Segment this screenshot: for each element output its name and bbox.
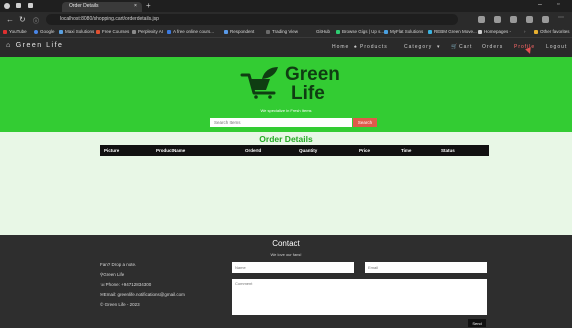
bookmark-item[interactable]: A free online cours... — [173, 29, 214, 34]
logo-line-1: Green — [285, 64, 340, 85]
bookmark-icon — [132, 30, 136, 34]
back-icon[interactable]: ← — [6, 15, 14, 24]
bookmark-icon — [384, 30, 388, 34]
column-header: Status — [441, 148, 455, 153]
column-header: OrderId — [245, 148, 262, 153]
column-header: Picture — [104, 148, 120, 153]
browser-tab-strip: Order Details × + – ▫ — [0, 0, 572, 12]
profile-icon[interactable] — [4, 3, 10, 9]
bookmark-item[interactable]: Trading View — [272, 29, 298, 34]
tab-actions-icon[interactable] — [28, 3, 33, 8]
nav-category[interactable]: Category — [404, 44, 432, 50]
brand[interactable]: ⌂ Green Life — [6, 42, 63, 49]
logo-line-2: Life — [291, 83, 325, 104]
footer-company: ⚲Green Life — [100, 272, 125, 277]
products-icon: ♠ — [354, 44, 358, 50]
browser-address-bar: ← ↻ ⓘ localhost:8080/shopping.cart/order… — [0, 12, 572, 27]
email-field[interactable] — [365, 262, 487, 273]
bookmark-item[interactable]: Respondent — [230, 29, 254, 34]
site-logo-text: Green Life — [285, 65, 340, 103]
shopping-cart-logo-icon — [240, 67, 278, 99]
bookmarks-bar: YouTube Google Maxi Solutions Free Cours… — [0, 27, 572, 38]
bookmark-item[interactable]: Other favorites — [540, 29, 570, 34]
page-title: Order Details — [259, 134, 313, 144]
bookmark-icon — [336, 30, 340, 34]
name-field[interactable] — [232, 262, 354, 273]
bookmark-icon — [478, 30, 482, 34]
url-field[interactable]: localhost:8080/shopping.cart/orderdetail… — [46, 14, 458, 25]
column-header: Quantity — [299, 148, 318, 153]
bookmark-item[interactable]: Maxi Solutions — [65, 29, 94, 34]
bookmark-icon — [428, 30, 432, 34]
order-details-section: Order Details Picture ProductName OrderI… — [0, 132, 572, 235]
cart-icon: 🛒 — [451, 44, 459, 50]
browser-tab[interactable]: Order Details × — [62, 2, 142, 12]
bookmark-item[interactable]: MyFlat Solutions — [390, 29, 423, 34]
more-icon[interactable]: ⋯ — [558, 14, 565, 21]
site-navbar: ⌂ Green Life Home ♠ Products Category ▾ 🛒… — [0, 38, 572, 57]
nav-logout[interactable]: Logout — [546, 44, 567, 50]
bookmark-icon — [167, 30, 171, 34]
column-header: Time — [401, 148, 412, 153]
brand-name: Green Life — [15, 42, 64, 49]
contact-title: Contact — [272, 239, 300, 248]
reload-icon[interactable]: ↻ — [19, 15, 26, 24]
orders-table-header: Picture ProductName OrderId Quantity Pri… — [100, 145, 489, 156]
bookmark-item[interactable]: REBM Green Move... — [434, 29, 477, 34]
nav-cart[interactable]: Cart — [459, 44, 472, 50]
favorites-icon[interactable] — [510, 16, 517, 23]
bookmark-item[interactable]: Homepages - — [484, 29, 511, 34]
bookmark-icon — [59, 30, 63, 34]
bookmark-icon — [266, 30, 270, 34]
footer-phone: ☏Phone: +94712834300 — [100, 282, 152, 287]
chevron-down-icon: ▾ — [437, 44, 441, 50]
close-tab-icon[interactable]: × — [134, 3, 137, 9]
contact-footer: Contact We love our fans! Fan? Drop a no… — [0, 235, 572, 328]
bookmark-item[interactable]: GitHub — [316, 29, 330, 34]
bookmark-item[interactable]: Browse Gigs | Up s... — [342, 29, 384, 34]
footer-email: ✉Email: greenlife.notifications@gmail.co… — [100, 292, 185, 297]
bookmark-icon — [224, 30, 228, 34]
tab-title: Order Details — [69, 3, 99, 9]
folder-icon — [534, 30, 538, 34]
google-icon — [34, 30, 38, 34]
nav-home[interactable]: Home — [332, 44, 349, 50]
split-screen-icon[interactable] — [494, 16, 501, 23]
bookmark-item[interactable]: Perplexity AI — [138, 29, 163, 34]
bookmark-item[interactable]: Free Courses — [102, 29, 129, 34]
footer-tagline: Fan? Drop a note. — [100, 262, 137, 267]
new-tab-icon[interactable]: + — [146, 1, 151, 10]
bookmark-item[interactable]: Google — [40, 29, 55, 34]
nav-orders[interactable]: Orders — [482, 44, 503, 50]
hero-banner: Green Life We specialize in Fresh Items … — [0, 57, 572, 132]
nav-products[interactable]: Products — [360, 44, 388, 50]
bookmark-item[interactable]: YouTube — [9, 29, 27, 34]
contact-subtitle: We love our fans! — [270, 252, 302, 257]
send-button[interactable]: Send — [468, 319, 486, 327]
column-header: Price — [359, 148, 371, 153]
tagline: We specialize in Fresh Items — [260, 108, 312, 113]
bookmark-icon — [96, 30, 100, 34]
extension-icon[interactable] — [478, 16, 485, 23]
home-icon: ⌂ — [6, 42, 12, 49]
search-button[interactable]: Search — [353, 118, 377, 127]
workspaces-icon[interactable] — [16, 3, 21, 8]
minimize-icon[interactable]: – — [538, 1, 542, 8]
url-text: localhost:8080/shopping.cart/orderdetail… — [60, 16, 159, 22]
search-input[interactable] — [210, 118, 352, 127]
footer-copyright: © Green Life - 2023 — [100, 302, 140, 307]
column-header: ProductName — [156, 148, 186, 153]
comment-field[interactable] — [232, 279, 487, 315]
youtube-icon — [3, 30, 7, 34]
copilot-icon[interactable] — [542, 16, 549, 23]
site-info-icon[interactable]: ⓘ — [33, 16, 39, 25]
more-bookmarks-icon[interactable]: › — [524, 29, 526, 34]
maximize-icon[interactable]: ▫ — [557, 1, 559, 8]
collections-icon[interactable] — [526, 16, 533, 23]
